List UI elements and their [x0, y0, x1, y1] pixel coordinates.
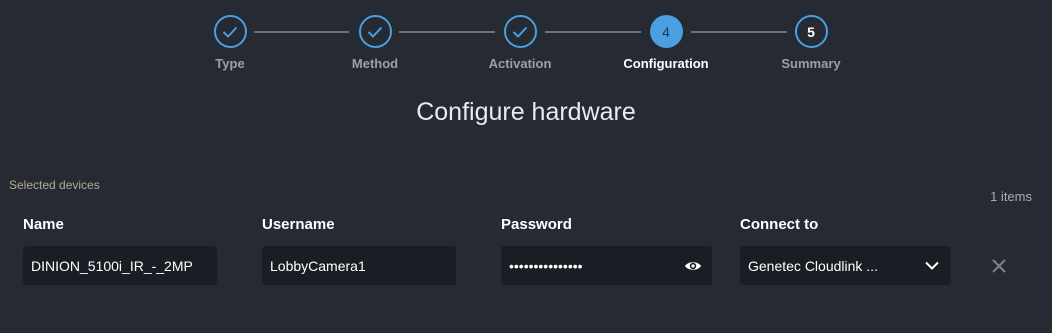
- column-header-connect-to: Connect to: [740, 216, 819, 233]
- chevron-down-icon: [925, 261, 939, 270]
- step-check-circle: [213, 15, 247, 48]
- dropdown-toggle[interactable]: [921, 255, 943, 277]
- selected-devices-label: Selected devices: [9, 178, 100, 192]
- device-name-value: DINION_5100i_IR_-_2MP: [31, 257, 193, 274]
- wizard-stepper: Type Method Activation 4 Configuration 5…: [0, 0, 1052, 80]
- username-field[interactable]: LobbyCamera1: [262, 246, 456, 285]
- configure-hardware-page: Type Method Activation 4 Configuration 5…: [0, 0, 1052, 333]
- page-title: Configure hardware: [416, 98, 636, 126]
- eye-icon: [685, 261, 701, 270]
- check-icon: [222, 26, 238, 38]
- step-number-circle: 4: [649, 15, 683, 48]
- step-label: Configuration: [623, 56, 709, 71]
- password-field[interactable]: •••••••••••••••: [501, 246, 712, 285]
- check-icon: [367, 26, 383, 38]
- step-activation[interactable]: Activation: [460, 15, 580, 71]
- column-header-name: Name: [23, 216, 64, 233]
- items-count: 1 items: [990, 189, 1032, 204]
- device-name-field[interactable]: DINION_5100i_IR_-_2MP: [23, 246, 217, 285]
- step-configuration[interactable]: 4 Configuration: [606, 15, 726, 71]
- check-icon: [512, 26, 528, 38]
- step-label: Activation: [488, 56, 552, 71]
- column-header-password: Password: [501, 216, 572, 233]
- password-value: •••••••••••••••: [509, 257, 583, 274]
- step-method[interactable]: Method: [315, 15, 435, 71]
- username-value: LobbyCamera1: [270, 257, 366, 274]
- step-check-circle: [358, 15, 392, 48]
- step-label: Summary: [781, 56, 841, 71]
- close-icon: [992, 259, 1006, 273]
- step-label: Type: [215, 56, 245, 71]
- step-label: Method: [351, 56, 399, 71]
- column-header-username: Username: [262, 216, 335, 233]
- connect-to-value: Genetec Cloudlink ...: [748, 257, 878, 274]
- step-check-circle: [503, 15, 537, 48]
- show-password-button[interactable]: [682, 255, 704, 277]
- step-number-circle: 5: [794, 15, 828, 48]
- remove-device-button[interactable]: [989, 256, 1009, 276]
- step-type[interactable]: Type: [170, 15, 290, 71]
- connect-to-dropdown[interactable]: Genetec Cloudlink ...: [740, 246, 951, 285]
- step-summary[interactable]: 5 Summary: [751, 15, 871, 71]
